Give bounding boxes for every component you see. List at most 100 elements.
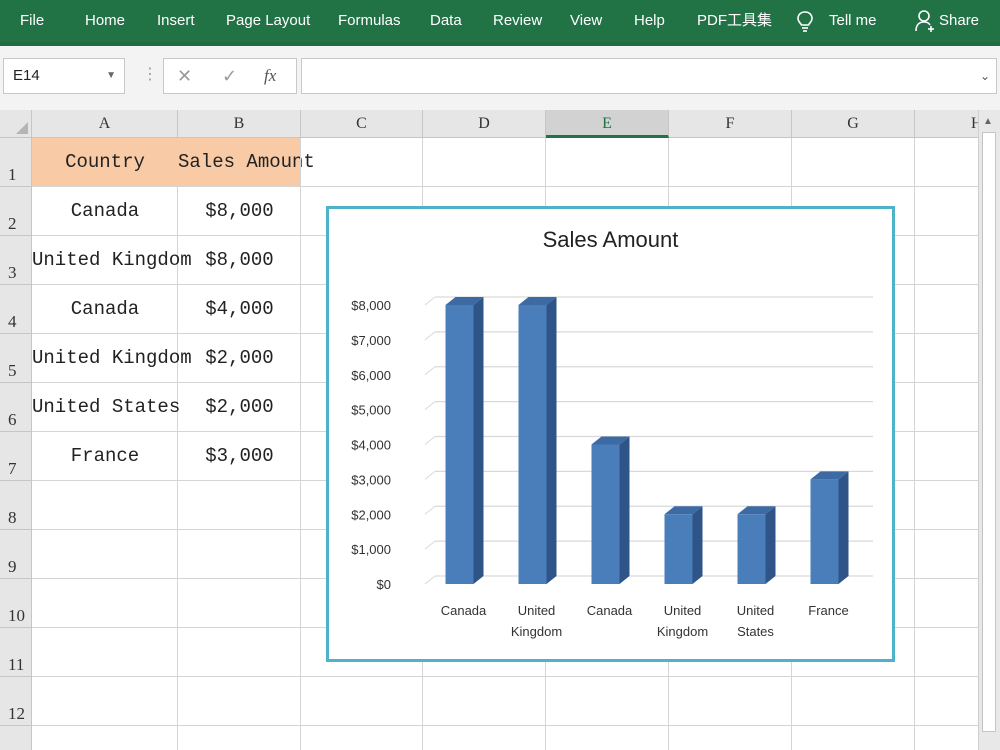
menu-bar: File Home Insert Page Layout Formulas Da… <box>0 0 1000 42</box>
select-all-corner[interactable] <box>0 110 32 138</box>
gridline-depth <box>424 366 436 376</box>
cell-b6[interactable]: $2,000 <box>178 383 301 432</box>
column-header-h[interactable]: H <box>915 110 978 138</box>
gridline-depth <box>424 331 436 341</box>
y-tick-label: $3,000 <box>351 472 391 487</box>
x-tick-label: States <box>737 624 774 639</box>
menu-pdf-tools[interactable]: PDF工具集 <box>697 0 772 42</box>
scroll-thumb[interactable] <box>982 132 996 732</box>
gridline-depth <box>424 470 436 480</box>
gridline-depth <box>424 575 436 585</box>
row-header-1[interactable]: 1 <box>0 138 32 187</box>
column-header-c[interactable]: C <box>301 110 423 138</box>
y-tick-label: $5,000 <box>351 403 391 418</box>
menu-review[interactable]: Review <box>493 0 542 42</box>
menu-file[interactable]: File <box>20 0 44 42</box>
bar <box>518 305 547 584</box>
bar-side <box>473 297 484 584</box>
row-header-12[interactable]: 12 <box>0 677 32 726</box>
formula-buttons: ✕ ✓ fx <box>163 58 297 94</box>
share-button[interactable]: Share <box>939 0 979 42</box>
column-header-e[interactable]: E <box>546 110 669 138</box>
y-tick-label: $6,000 <box>351 368 391 383</box>
row-header-2[interactable]: 2 <box>0 187 32 236</box>
bar-side <box>692 506 703 584</box>
sales-chart[interactable]: Sales Amount $0 $1,000 $2,000 $3,000 $4,000 $… <box>326 206 895 662</box>
column-header-g[interactable]: G <box>792 110 915 138</box>
row-header-9[interactable]: 9 <box>0 530 32 579</box>
x-tick-label: Canada <box>587 603 633 618</box>
enter-check-icon[interactable]: ✓ <box>222 59 237 93</box>
bar <box>737 514 766 584</box>
column-header-a[interactable]: A <box>32 110 178 138</box>
cell-a5[interactable]: United Kingdom <box>32 334 192 383</box>
row-header-6[interactable]: 6 <box>0 383 32 432</box>
expand-formula-icon[interactable]: ⌄ <box>980 59 990 93</box>
vertical-scrollbar[interactable]: ▲ <box>978 110 1000 750</box>
x-tick-label: United <box>664 603 702 618</box>
cell-b7[interactable]: $3,000 <box>178 432 301 481</box>
name-box[interactable]: E14 ▼ <box>3 58 125 94</box>
cell-b5[interactable]: $2,000 <box>178 334 301 383</box>
lightbulb-icon[interactable] <box>796 10 814 32</box>
x-tick-label: United <box>518 603 556 618</box>
menu-home[interactable]: Home <box>85 0 125 42</box>
scroll-up-icon[interactable]: ▲ <box>983 116 993 127</box>
cell-b2[interactable]: $8,000 <box>178 187 301 236</box>
menu-formulas[interactable]: Formulas <box>338 0 401 42</box>
bar-side <box>546 297 557 584</box>
row-header-8[interactable]: 8 <box>0 481 32 530</box>
cancel-icon[interactable]: ✕ <box>177 59 192 93</box>
row-header-5[interactable]: 5 <box>0 334 32 383</box>
row-header-10[interactable]: 10 <box>0 579 32 628</box>
cell-b3[interactable]: $8,000 <box>178 236 301 285</box>
cell-a7[interactable]: France <box>32 432 178 481</box>
cell-a6[interactable]: United States <box>32 383 180 432</box>
menu-data[interactable]: Data <box>430 0 462 42</box>
name-box-value: E14 <box>13 67 40 84</box>
bar <box>445 305 474 584</box>
menu-insert[interactable]: Insert <box>157 0 195 42</box>
column-header-d[interactable]: D <box>423 110 546 138</box>
row-header-13[interactable] <box>0 726 32 750</box>
formula-input[interactable]: ⌄ <box>301 58 997 94</box>
cell-b1[interactable]: Sales Amount <box>178 138 315 187</box>
bar <box>810 479 839 584</box>
chart-plot: $0 $1,000 $2,000 $3,000 $4,000 $5,000 $6,000 $7… <box>351 296 873 639</box>
cell-a1[interactable]: Country <box>32 138 178 187</box>
cell-a2[interactable]: Canada <box>32 187 178 236</box>
chevron-down-icon[interactable]: ▼ <box>106 59 116 93</box>
y-tick-label: $0 <box>377 577 391 592</box>
column-header-b[interactable]: B <box>178 110 301 138</box>
row-header-7[interactable]: 7 <box>0 432 32 481</box>
tell-me-search[interactable]: Tell me <box>829 0 877 42</box>
menu-help[interactable]: Help <box>634 0 665 42</box>
gridline-depth <box>424 540 436 550</box>
bar-side <box>619 436 630 584</box>
bar <box>591 444 620 584</box>
insert-function-icon[interactable]: fx <box>264 59 276 93</box>
cell-a3[interactable]: United Kingdom <box>32 236 192 285</box>
x-tick-label: Canada <box>441 603 487 618</box>
bar <box>664 514 693 584</box>
x-tick-label: United <box>737 603 775 618</box>
gridline-depth <box>424 505 436 515</box>
column-header-f[interactable]: F <box>669 110 792 138</box>
x-tick-label: France <box>808 603 848 618</box>
bar-side <box>765 506 776 584</box>
cell-b4[interactable]: $4,000 <box>178 285 301 334</box>
row-header-3[interactable]: 3 <box>0 236 32 285</box>
y-tick-label: $4,000 <box>351 438 391 453</box>
row-header-4[interactable]: 4 <box>0 285 32 334</box>
y-tick-label: $1,000 <box>351 542 391 557</box>
share-person-icon[interactable] <box>915 9 935 33</box>
gridline-depth <box>424 436 436 445</box>
drag-handle-icon[interactable]: ⋮ <box>142 64 158 84</box>
row-header-11[interactable]: 11 <box>0 628 32 677</box>
menu-view[interactable]: View <box>570 0 602 42</box>
menu-page-layout[interactable]: Page Layout <box>226 0 310 42</box>
bar-side <box>838 471 849 584</box>
y-tick-label: $2,000 <box>351 507 391 522</box>
gridline-depth <box>424 401 436 411</box>
cell-a4[interactable]: Canada <box>32 285 178 334</box>
